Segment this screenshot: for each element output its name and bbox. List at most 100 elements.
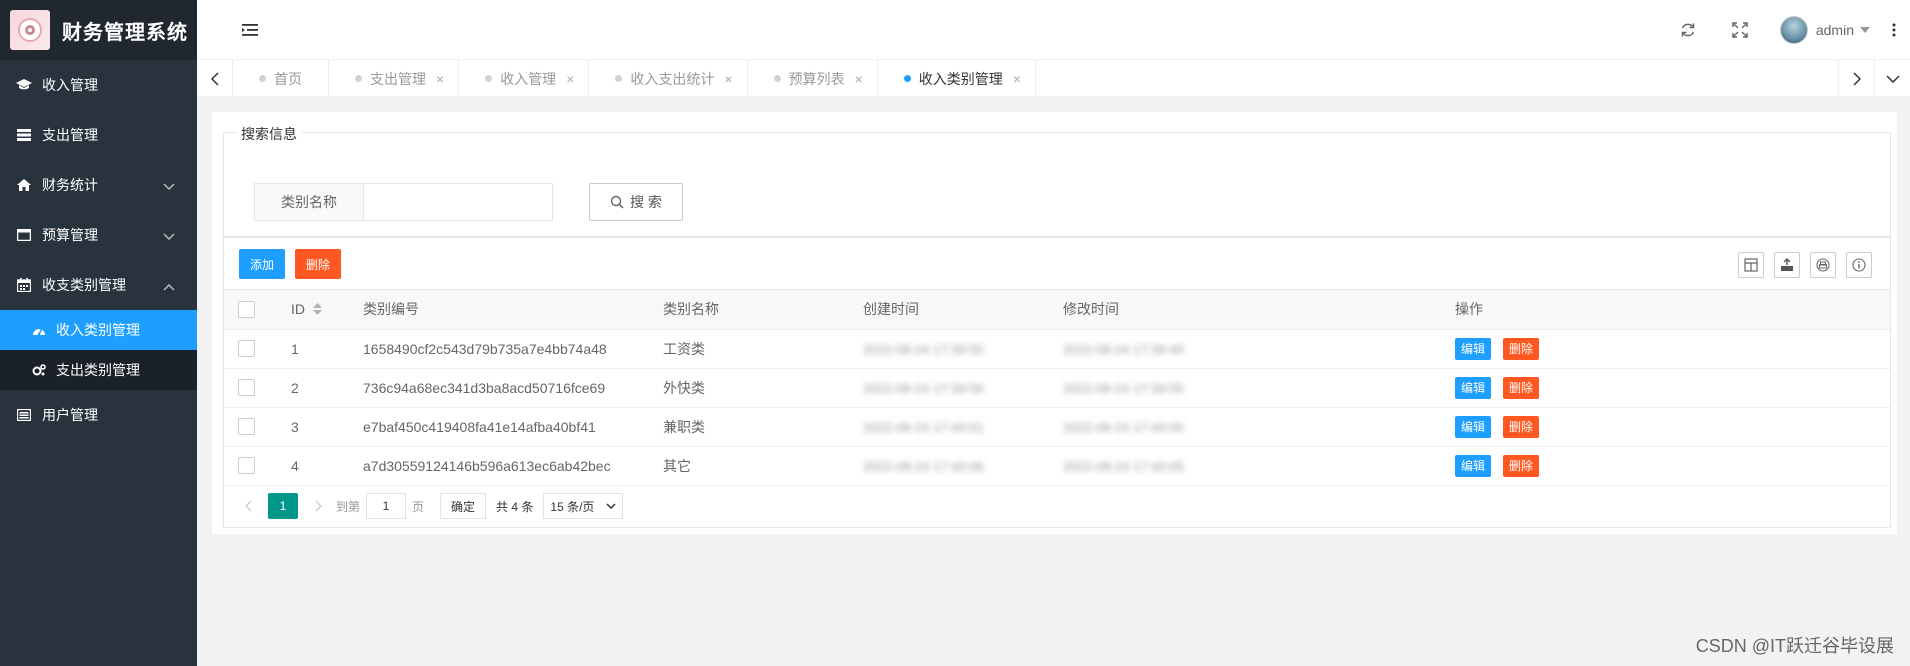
cell-code: 736c94a68ec341d3ba8acd50716fce69 xyxy=(355,368,655,408)
tab-home[interactable]: 首页 xyxy=(233,60,329,97)
per-page-select[interactable]: 15 条/页 xyxy=(543,493,624,519)
sidebar-item-expense[interactable]: 支出管理 xyxy=(0,110,197,160)
tab-income-category[interactable]: 收入类别管理 × xyxy=(878,60,1036,97)
cell-modified: 2022-08-24 17:39:49 xyxy=(1055,329,1455,369)
close-icon[interactable]: × xyxy=(724,71,732,87)
tab-label: 收入支出统计 xyxy=(630,70,715,87)
cell-modified: 2022-08-24 17:39:55 xyxy=(1055,368,1455,408)
tab-list: 首页 支出管理 × 收入管理 × 收入支出统计 × 预算列表 × 收入类别管理 … xyxy=(233,60,1838,97)
delete-button[interactable]: 删除 xyxy=(1503,415,1540,438)
fullscreen-icon[interactable] xyxy=(1714,0,1766,60)
close-icon[interactable]: × xyxy=(436,71,444,87)
sidebar-item-label: 用户管理 xyxy=(42,407,98,423)
close-icon[interactable]: × xyxy=(566,71,574,87)
menu-toggle-icon[interactable] xyxy=(241,21,259,39)
select-all-checkbox[interactable] xyxy=(238,301,255,319)
print-icon[interactable] xyxy=(1810,252,1836,278)
caret-down-icon xyxy=(1860,27,1870,33)
app-root: 财务管理系统 收入管理 支出管理 财务统计 预算管理 收支类别管理 收入类别管理… xyxy=(0,0,1910,666)
list-icon xyxy=(16,407,32,423)
cell-code: 1658490cf2c543d79b735a7e4bb74a48 xyxy=(355,329,655,369)
col-name: 类别名称 xyxy=(655,290,855,330)
edit-button[interactable]: 编辑 xyxy=(1455,337,1492,360)
chevron-up-icon xyxy=(163,278,175,294)
cell-actions: 编辑 删除 xyxy=(1455,329,1890,369)
row-checkbox[interactable] xyxy=(238,379,255,397)
search-fieldset: 搜索信息 类别名称 搜 索 xyxy=(223,124,1891,237)
current-page-button[interactable]: 1 xyxy=(268,493,298,519)
add-button[interactable]: 添加 xyxy=(239,249,286,279)
info-icon[interactable] xyxy=(1846,252,1872,278)
tab-dot xyxy=(903,75,911,82)
delete-button[interactable]: 删除 xyxy=(1503,454,1540,477)
tab-label: 收入类别管理 xyxy=(918,70,1003,87)
header-actions: admin xyxy=(1662,0,1910,60)
category-table: ID 类别编号 类别名称 创建时间 修改时间 操作 1 1658490cf2c5… xyxy=(224,290,1890,486)
sidebar-item-category-management[interactable]: 收支类别管理 xyxy=(0,260,197,310)
sidebar-item-budget[interactable]: 预算管理 xyxy=(0,210,197,260)
server-icon xyxy=(16,127,32,143)
close-icon[interactable]: × xyxy=(855,71,863,87)
tab-dot xyxy=(259,75,266,82)
row-select-cell xyxy=(224,329,275,369)
user-menu[interactable]: admin xyxy=(1779,16,1870,44)
cell-id: 2 xyxy=(275,368,355,408)
tab-scroll-right-icon[interactable] xyxy=(1838,60,1874,97)
watermark: CSDN @IT跃迁谷毕设展 xyxy=(1695,636,1894,656)
sidebar-subitem-expense-category[interactable]: 支出类别管理 xyxy=(0,350,197,390)
cell-name: 外快类 xyxy=(655,368,855,408)
cell-code: e7baf450c419408fa41e14afba40bf41 xyxy=(355,407,655,447)
tab-budget-list[interactable]: 预算列表 × xyxy=(748,60,878,97)
dashboard-icon xyxy=(32,323,46,337)
confirm-page-button[interactable]: 确定 xyxy=(440,493,487,519)
col-code: 类别编号 xyxy=(355,290,655,330)
edit-button[interactable]: 编辑 xyxy=(1455,415,1492,438)
cell-modified: 2022-08-24 17:40:05 xyxy=(1055,446,1455,486)
col-id[interactable]: ID xyxy=(275,290,355,330)
tab-income[interactable]: 收入管理 × xyxy=(459,60,590,97)
cell-actions: 编辑 删除 xyxy=(1455,446,1890,486)
created-time: 2022-08-24 17:40:01 xyxy=(863,419,984,435)
page-number-input[interactable] xyxy=(366,493,407,519)
prev-page-icon[interactable] xyxy=(236,494,260,518)
edit-button[interactable]: 编辑 xyxy=(1455,376,1492,399)
export-icon[interactable] xyxy=(1774,252,1800,278)
close-icon[interactable]: × xyxy=(1013,71,1021,87)
category-name-input[interactable] xyxy=(364,183,553,221)
search-button[interactable]: 搜 索 xyxy=(589,183,683,221)
delete-button[interactable]: 删除 xyxy=(1503,376,1540,399)
table-row: 2 736c94a68ec341d3ba8acd50716fce69 外快类 2… xyxy=(224,368,1890,408)
delete-button[interactable]: 删除 xyxy=(1503,337,1540,360)
tab-scroll-left-icon[interactable] xyxy=(197,60,233,97)
tab-expense[interactable]: 支出管理 × xyxy=(329,60,460,97)
content-panel: 搜索信息 类别名称 搜 索 添加 删除 ID 类别编号 类别名称 创建时间 修改… xyxy=(212,112,1897,534)
sidebar-item-label: 财务统计 xyxy=(42,177,98,193)
col-modified: 修改时间 xyxy=(1055,290,1455,330)
refresh-icon[interactable] xyxy=(1662,0,1714,60)
goto-label: 到第 xyxy=(336,499,361,514)
columns-filter-icon[interactable] xyxy=(1738,252,1764,278)
edit-button[interactable]: 编辑 xyxy=(1455,454,1492,477)
col-id-label: ID xyxy=(291,300,305,317)
tab-menu-chevron-down-icon[interactable] xyxy=(1874,60,1910,97)
sidebar-item-income[interactable]: 收入管理 xyxy=(0,60,197,110)
more-vertical-icon[interactable] xyxy=(1884,0,1904,60)
sort-icon[interactable] xyxy=(313,302,322,318)
next-page-icon[interactable] xyxy=(306,494,330,518)
row-checkbox[interactable] xyxy=(238,418,255,436)
tab-label: 支出管理 xyxy=(370,70,426,87)
category-submenu: 收入类别管理 支出类别管理 xyxy=(0,310,197,390)
cell-name: 兼职类 xyxy=(655,407,855,447)
sidebar-item-finance-stats[interactable]: 财务统计 xyxy=(0,160,197,210)
batch-delete-button[interactable]: 删除 xyxy=(295,249,342,279)
row-checkbox[interactable] xyxy=(238,457,255,475)
sidebar-item-users[interactable]: 用户管理 xyxy=(0,390,197,440)
cell-created: 2022-08-24 17:39:55 xyxy=(855,329,1055,369)
tab-label: 预算列表 xyxy=(788,70,845,87)
row-checkbox[interactable] xyxy=(238,340,255,358)
tab-income-expense-stats[interactable]: 收入支出统计 × xyxy=(589,60,748,97)
col-actions: 操作 xyxy=(1455,290,1890,330)
sidebar-subitem-label: 收入类别管理 xyxy=(56,322,140,338)
modified-time: 2022-08-24 17:39:55 xyxy=(1063,380,1184,396)
sidebar-subitem-income-category[interactable]: 收入类别管理 xyxy=(0,310,197,350)
